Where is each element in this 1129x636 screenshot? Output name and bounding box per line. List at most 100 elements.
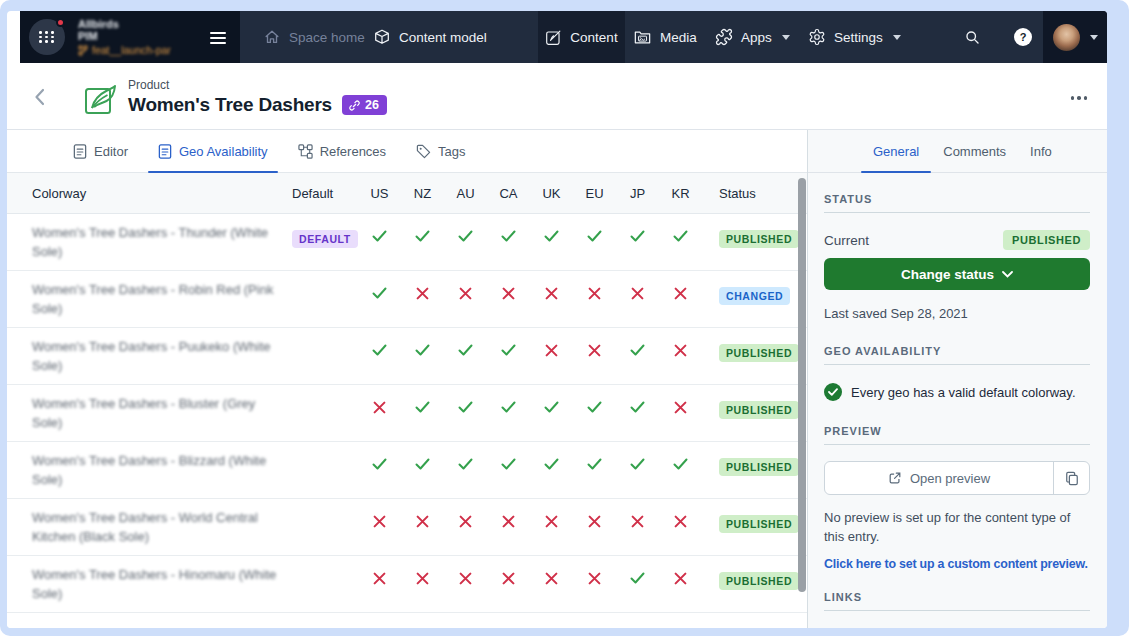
tab-references[interactable]: References: [288, 130, 396, 172]
table-row[interactable]: Women's Tree Dashers - Puukeko (White So…: [7, 328, 807, 385]
table-row[interactable]: Women's Tree Dashers - Robin Red (Pink S…: [7, 271, 807, 328]
check-icon: [630, 458, 645, 470]
copy-preview-link-button[interactable]: [1053, 462, 1089, 494]
content-icon: [545, 29, 562, 46]
default-cell: [292, 499, 358, 555]
current-label: Current: [824, 233, 869, 248]
tag-icon: [416, 144, 431, 159]
open-preview-button[interactable]: Open preview: [824, 461, 1090, 495]
table-row[interactable]: Women's Tree Dashers - World Central Kit…: [7, 499, 807, 556]
geo-cell: [487, 214, 530, 270]
geo-cell: [530, 499, 573, 555]
check-icon: [372, 458, 387, 470]
geo-cell: [616, 214, 659, 270]
back-button[interactable]: [34, 88, 45, 106]
tab-tags[interactable]: Tags: [406, 130, 475, 172]
tab-comments[interactable]: Comments: [931, 130, 1018, 172]
colorway-name: Women's Tree Dashers - Puukeko (White So…: [7, 328, 292, 384]
geo-cell: [487, 271, 530, 327]
gear-icon: [808, 28, 826, 46]
tab-general[interactable]: General: [861, 130, 931, 172]
org-text: Allbirds PIM feat__launch-par: [78, 18, 171, 56]
geo-cell: [530, 328, 573, 384]
nav-content[interactable]: Content: [538, 11, 625, 63]
link-icon: [348, 99, 361, 112]
search-icon: [964, 29, 981, 46]
cross-icon: [588, 572, 601, 585]
search-button[interactable]: [964, 11, 981, 63]
table-row[interactable]: Women's Tree Dashers - Hinomaru (White S…: [7, 556, 807, 613]
check-icon: [630, 401, 645, 413]
cross-icon: [459, 287, 472, 300]
geo-cell: [573, 328, 616, 384]
preview-note: No preview is set up for the content typ…: [824, 508, 1090, 546]
check-icon: [544, 401, 559, 413]
geo-cell: [530, 442, 573, 498]
change-status-button[interactable]: Change status: [824, 258, 1090, 290]
geo-valid-message: Every geo has a valid default colorway.: [824, 383, 1090, 401]
entry-actions-menu[interactable]: [1071, 96, 1088, 100]
geo-cell: [616, 271, 659, 327]
geo-cell: [401, 499, 444, 555]
geo-cell: [444, 556, 487, 612]
cross-icon: [416, 287, 429, 300]
entry-header: Product Women's Tree Dashers 26: [7, 63, 1107, 130]
cross-icon: [674, 401, 687, 414]
open-preview-main[interactable]: Open preview: [825, 462, 1053, 494]
cross-icon: [631, 515, 644, 528]
nav-settings[interactable]: Settings: [808, 11, 901, 63]
check-icon: [458, 230, 473, 242]
check-icon: [372, 344, 387, 356]
screenshot-frame: Allbirds PIM feat__launch-par Space home…: [0, 0, 1129, 636]
geo-cell: [487, 442, 530, 498]
cross-icon: [459, 572, 472, 585]
entry-sidebar: General Comments Info STATUS Current PUB…: [807, 130, 1107, 628]
status-cell: PUBLISHED: [702, 214, 807, 270]
chevron-down-icon: [782, 35, 790, 40]
geo-cell: [444, 499, 487, 555]
geo-cell: [616, 556, 659, 612]
column-ca: CA: [487, 186, 530, 201]
vertical-scrollbar[interactable]: [798, 178, 806, 592]
help-button[interactable]: ?: [1014, 11, 1032, 63]
nav-media[interactable]: Media: [633, 11, 697, 63]
tab-editor[interactable]: Editor: [63, 130, 138, 172]
nav-apps[interactable]: Apps: [715, 11, 790, 63]
table-row[interactable]: Women's Tree Dashers - Blizzard (White S…: [7, 442, 807, 499]
geo-table-body: Women's Tree Dashers - Thunder (White So…: [7, 214, 807, 613]
preview-setup-link[interactable]: Click here to set up a custom content pr…: [824, 557, 1090, 571]
column-default: Default: [292, 186, 358, 201]
column-nz: NZ: [401, 186, 444, 201]
check-icon: [372, 287, 387, 299]
nav-content-model[interactable]: Content model: [373, 11, 487, 63]
nav-space-home[interactable]: Space home: [263, 11, 365, 63]
geo-cell: [401, 271, 444, 327]
geo-cell: [401, 328, 444, 384]
colorway-name: Women's Tree Dashers - Hinomaru (White S…: [7, 556, 292, 612]
geo-cell: [530, 271, 573, 327]
table-row[interactable]: Women's Tree Dashers - Thunder (White So…: [7, 214, 807, 271]
column-eu: EU: [573, 186, 616, 201]
default-badge: DEFAULT: [292, 230, 358, 248]
org-branch[interactable]: feat__launch-par: [78, 44, 171, 56]
check-icon: [587, 458, 602, 470]
cross-icon: [373, 401, 386, 414]
tab-info[interactable]: Info: [1018, 130, 1064, 172]
geo-cell: [616, 385, 659, 441]
cross-icon: [545, 572, 558, 585]
row-status-badge: CHANGED: [719, 287, 790, 305]
account-menu[interactable]: [1043, 11, 1107, 63]
table-row[interactable]: Women's Tree Dashers - Bluster (Grey Sol…: [7, 385, 807, 442]
cross-icon: [459, 515, 472, 528]
default-cell: [292, 271, 358, 327]
references-count-badge[interactable]: 26: [342, 95, 387, 115]
geo-cell: [659, 214, 702, 270]
check-icon: [415, 230, 430, 242]
column-colorway: Colorway: [7, 186, 292, 201]
tab-geo-availability[interactable]: Geo Availability: [148, 130, 278, 172]
check-icon: [415, 458, 430, 470]
check-icon: [587, 401, 602, 413]
menu-toggle-button[interactable]: [210, 32, 226, 47]
cross-icon: [674, 287, 687, 300]
app-grid-button[interactable]: [29, 19, 65, 55]
